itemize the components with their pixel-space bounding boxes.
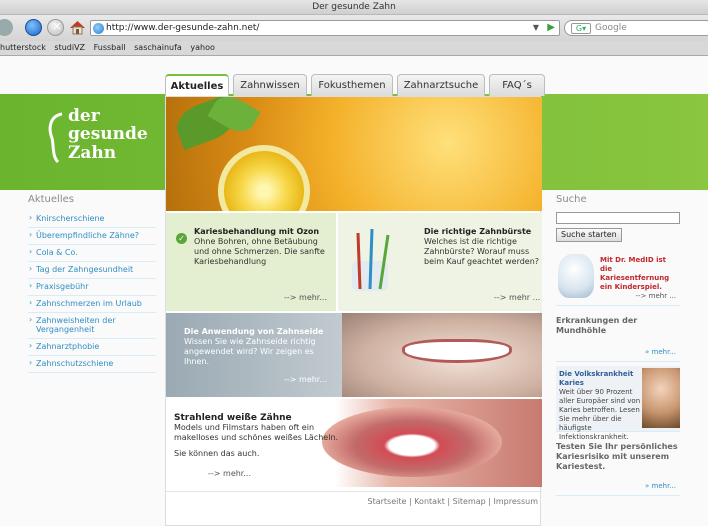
url-text: http://www.der-gesunde-zahn.net/ (106, 23, 260, 33)
teaser-title: Die Anwendung von Zahnseide (184, 327, 324, 336)
tab-faq[interactable]: FAQ´s (489, 74, 545, 96)
tab-zahnarztsuche[interactable]: Zahnarztsuche (397, 74, 485, 96)
teaser-text: Ohne Bohren, ohne Betäubung und ohne Sch… (194, 237, 325, 266)
promo-title: Erkrankungen der Mundhöhle (556, 316, 638, 335)
go-icon[interactable]: ▶ (547, 21, 555, 35)
toothbrush-icon (352, 228, 390, 291)
logo-line-3: Zahn (68, 143, 117, 163)
nav-item[interactable]: Überempfindliche Zähne? (28, 228, 156, 245)
check-icon: ✓ (176, 233, 187, 244)
nav-item[interactable]: Zahnarztphobie (28, 339, 156, 356)
promo-text: Weit über 90 Prozent aller Europäer sind… (559, 388, 641, 441)
tooth-mascot-image (558, 254, 594, 298)
nav-item[interactable]: Zahnschmerzen im Urlaub (28, 296, 156, 313)
teaser-ozon[interactable]: ✓ Kariesbehandlung mit Ozon Ohne Bohren,… (166, 213, 336, 311)
search-button[interactable]: Suche starten (556, 228, 622, 242)
teaser-title: Strahlend weiße Zähne (174, 413, 292, 423)
more-link[interactable]: --> mehr... (208, 469, 251, 479)
left-navigation: Aktuelles Knirscherschiene Überempfindli… (28, 190, 156, 450)
browser-search-field[interactable]: G▾ Google (564, 20, 708, 36)
smile-image (342, 313, 542, 397)
nav-item[interactable]: Zahnschutzschiene (28, 356, 156, 373)
window-title: Der gesunde Zahn (312, 2, 396, 12)
home-icon[interactable] (69, 19, 86, 36)
promo-title: Testen Sie Ihr persönliches Kariesrisiko… (556, 442, 678, 471)
promo-text: Mit Dr. MedID ist die Kariesentfernung e… (600, 256, 670, 291)
tooth-icon (48, 112, 63, 164)
globe-icon (93, 23, 104, 34)
right-sidebar: Suche Suche starten Mit Dr. MedID ist di… (556, 190, 682, 526)
promo-title: Die Volkskrankheit Karies (559, 370, 634, 387)
teaser-weisse-zaehne[interactable]: Strahlend weiße Zähne Models und Filmsta… (166, 399, 542, 487)
lips-image (322, 407, 502, 477)
teaser-text: Models und Filmstars haben oft ein makel… (174, 423, 339, 442)
stop-icon[interactable] (47, 19, 64, 36)
bookmarks-bar: hutterstock studiVZ Fussball saschainufa… (0, 41, 708, 56)
tab-zahnwissen[interactable]: Zahnwissen (233, 74, 307, 96)
hero-image-lemon (166, 97, 542, 211)
more-link[interactable]: --> mehr... (284, 293, 327, 303)
nav-item[interactable]: Knirscherschiene (28, 211, 156, 228)
nav-item[interactable]: Tag der Zahngesundheit (28, 262, 156, 279)
teaser-text: Welches ist die richtige Zahnbürste? Wor… (424, 237, 540, 266)
more-link[interactable]: » mehr... (645, 348, 676, 357)
teaser-title: Kariesbehandlung mit Ozon (194, 227, 320, 236)
search-heading: Suche (556, 194, 587, 205)
teaser-title: Die richtige Zahnbürste (424, 227, 532, 236)
web-page: der gesunde Zahn Aktuelles Zahnwissen Fo… (0, 56, 708, 526)
bookmark-item[interactable]: Fussball (94, 43, 126, 52)
title-bar: Der gesunde Zahn (0, 0, 708, 15)
back-icon[interactable] (0, 19, 13, 36)
main-tabs: Aktuelles Zahnwissen Fokusthemen Zahnarz… (165, 74, 545, 96)
nav-item[interactable]: Praxisgebühr (28, 279, 156, 296)
site-logo[interactable]: der gesunde Zahn (44, 106, 164, 176)
left-nav-heading: Aktuelles (28, 194, 74, 205)
woman-apple-image (642, 368, 680, 428)
tab-aktuelles[interactable]: Aktuelles (165, 74, 229, 96)
tab-fokusthemen[interactable]: Fokusthemen (311, 74, 393, 96)
bookmark-item[interactable]: studiVZ (54, 43, 85, 52)
promo-kariesentfernung[interactable]: Mit Dr. MedID ist die Kariesentfernung e… (556, 248, 680, 306)
search-placeholder: Google (595, 23, 627, 33)
browser-window: Der gesunde Zahn http://www.der-gesunde-… (0, 0, 708, 526)
bookmark-item[interactable]: yahoo (190, 43, 215, 52)
site-search-input[interactable] (556, 212, 680, 224)
google-icon[interactable]: G▾ (571, 23, 591, 34)
bookmark-item[interactable]: saschainufa (134, 43, 182, 52)
teaser-zahnseide[interactable]: Die Anwendung von Zahnseide Wissen Sie w… (166, 313, 542, 397)
chevron-down-icon[interactable]: ▼ (533, 21, 539, 35)
teaser-text: Wissen Sie wie Zahnseide richtig angewen… (184, 337, 316, 366)
logo-line-1: der (68, 106, 100, 126)
nav-item[interactable]: Cola & Co. (28, 245, 156, 262)
teaser-text-2: Sie können das auch. (174, 449, 260, 458)
lemon-slice (218, 145, 310, 211)
browser-toolbar: http://www.der-gesunde-zahn.net/ ▼ ▶ G▾ … (0, 15, 708, 41)
more-link[interactable]: » mehr... (645, 482, 676, 491)
main-content: ✓ Kariesbehandlung mit Ozon Ohne Bohren,… (165, 96, 542, 526)
more-link[interactable]: --> mehr ... (494, 293, 540, 303)
promo-kariestest[interactable]: Testen Sie Ihr persönliches Kariesrisiko… (556, 436, 680, 496)
bookmark-item[interactable]: hutterstock (0, 43, 46, 52)
footer-links[interactable]: Startseite | Kontakt | Sitemap | Impress… (166, 491, 542, 511)
teaser-zahnbuerste[interactable]: Die richtige Zahnbürste Welches ist die … (338, 213, 542, 311)
promo-volkskrankheit[interactable]: Die Volkskrankheit Karies Weit über 90 P… (556, 366, 680, 441)
address-bar[interactable]: http://www.der-gesunde-zahn.net/ ▼ ▶ (90, 20, 560, 36)
more-link[interactable]: --> mehr ... (636, 292, 676, 301)
promo-mundhoehle[interactable]: Erkrankungen der Mundhöhle » mehr... (556, 310, 680, 362)
logo-line-2: gesunde (68, 124, 148, 144)
more-link[interactable]: --> mehr... (284, 375, 327, 385)
reload-icon[interactable] (25, 19, 42, 36)
nav-item[interactable]: Zahnweisheiten der Vergangenheit (28, 313, 156, 339)
